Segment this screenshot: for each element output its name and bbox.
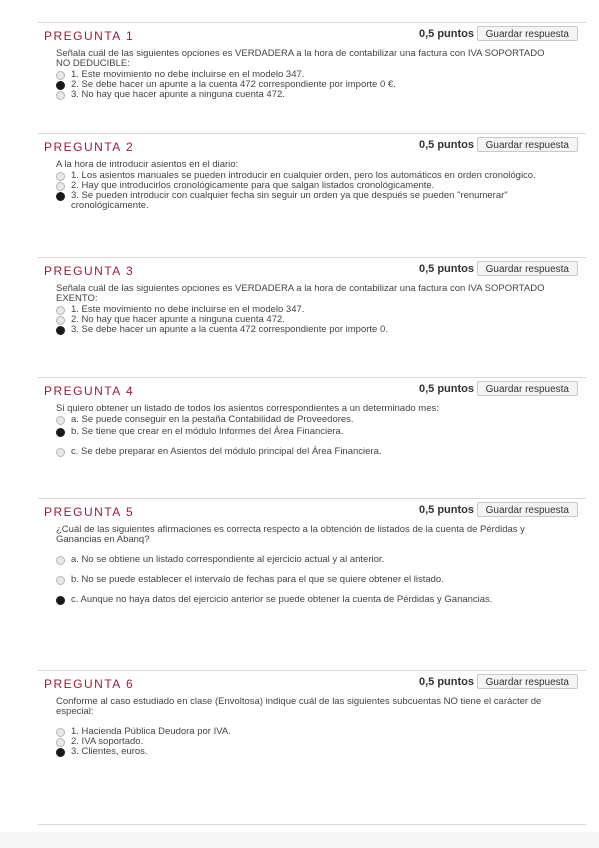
bottom-divider bbox=[38, 824, 586, 825]
question-header: PREGUNTA 3 0,5 puntos Guardar respuesta bbox=[38, 258, 586, 280]
question-points: 0,5 puntos bbox=[418, 676, 474, 688]
question-title: PREGUNTA 1 bbox=[44, 29, 135, 43]
answer-options: 1. Este movimiento no debe incluirse en … bbox=[56, 305, 586, 335]
radio-selected-icon[interactable] bbox=[56, 748, 65, 757]
question-text: Señala cuál de las siguientes opciones e… bbox=[56, 283, 545, 304]
radio-icon[interactable] bbox=[56, 416, 65, 425]
question-header: PREGUNTA 1 0,5 puntos Guardar respuesta bbox=[38, 23, 586, 45]
question-text: Si quiero obtener un listado de todos lo… bbox=[56, 403, 439, 414]
answer-option[interactable]: b. Se tiene que crear en el módulo Infor… bbox=[56, 427, 586, 437]
radio-icon[interactable] bbox=[56, 91, 65, 100]
answer-options: 1. Hacienda Pública Deudora por IVA. 2. … bbox=[56, 727, 586, 757]
answer-option[interactable]: 3. No hay que hacer apunte a ninguna cue… bbox=[56, 90, 586, 100]
answer-option-label: a. Se puede conseguir en la pestaña Cont… bbox=[71, 414, 354, 425]
answer-option-label: a. No se obtiene un listado correspondie… bbox=[71, 554, 385, 565]
question-header: PREGUNTA 5 0,5 puntos Guardar respuesta bbox=[38, 499, 586, 521]
answer-option[interactable]: 3. Se debe hacer un apunte a la cuenta 4… bbox=[56, 325, 586, 335]
radio-icon[interactable] bbox=[56, 576, 65, 585]
radio-selected-icon[interactable] bbox=[56, 596, 65, 605]
question-points: 0,5 puntos bbox=[418, 383, 474, 395]
answer-option-label: 3. Clientes, euros. bbox=[71, 746, 148, 757]
answer-option-label: b. Se tiene que crear en el módulo Infor… bbox=[71, 426, 344, 437]
save-answer-button[interactable]: Guardar respuesta bbox=[476, 381, 578, 396]
question-header: PREGUNTA 2 0,5 puntos Guardar respuesta bbox=[38, 134, 586, 156]
answer-options: 1. Los asientos manuales se pueden intro… bbox=[56, 171, 586, 211]
question-title: PREGUNTA 3 bbox=[44, 264, 135, 278]
radio-selected-icon[interactable] bbox=[56, 428, 65, 437]
save-answer-button[interactable]: Guardar respuesta bbox=[476, 261, 578, 276]
radio-icon[interactable] bbox=[56, 316, 65, 325]
answer-option[interactable]: a. Se puede conseguir en la pestaña Cont… bbox=[56, 415, 586, 425]
radio-icon[interactable] bbox=[56, 182, 65, 191]
radio-selected-icon[interactable] bbox=[56, 81, 65, 90]
radio-icon[interactable] bbox=[56, 448, 65, 457]
save-answer-button[interactable]: Guardar respuesta bbox=[476, 137, 578, 152]
bottom-scroll-area bbox=[0, 832, 599, 848]
answer-option[interactable]: 3. Clientes, euros. bbox=[56, 747, 586, 757]
question-points: 0,5 puntos bbox=[418, 28, 474, 40]
radio-icon[interactable] bbox=[56, 556, 65, 565]
question-points: 0,5 puntos bbox=[418, 139, 474, 151]
question-2: PREGUNTA 2 0,5 puntos Guardar respuesta … bbox=[38, 133, 586, 211]
save-answer-button[interactable]: Guardar respuesta bbox=[476, 26, 578, 41]
question-title: PREGUNTA 6 bbox=[44, 677, 135, 691]
radio-icon[interactable] bbox=[56, 172, 65, 181]
answer-option[interactable]: a. No se obtiene un listado correspondie… bbox=[56, 555, 586, 565]
question-points: 0,5 puntos bbox=[418, 504, 474, 516]
answer-option-label: 3. Se debe hacer un apunte a la cuenta 4… bbox=[71, 324, 388, 335]
question-3: PREGUNTA 3 0,5 puntos Guardar respuesta … bbox=[38, 257, 586, 335]
question-6: PREGUNTA 6 0,5 puntos Guardar respuesta … bbox=[38, 670, 586, 757]
radio-icon[interactable] bbox=[56, 71, 65, 80]
answer-option[interactable]: b. No se puede establecer el intervalo d… bbox=[56, 575, 586, 585]
radio-selected-icon[interactable] bbox=[56, 326, 65, 335]
question-header: PREGUNTA 6 0,5 puntos Guardar respuesta bbox=[38, 671, 586, 693]
answer-option-label: c. Aunque no haya datos del ejercicio an… bbox=[71, 594, 493, 605]
question-title: PREGUNTA 5 bbox=[44, 505, 135, 519]
radio-icon[interactable] bbox=[56, 728, 65, 737]
answer-option-label: 3. No hay que hacer apunte a ninguna cue… bbox=[71, 89, 285, 100]
answer-options: a. Se puede conseguir en la pestaña Cont… bbox=[56, 415, 586, 457]
answer-option[interactable]: c. Se debe preparar en Asientos del módu… bbox=[56, 447, 586, 457]
answer-option-label: b. No se puede establecer el intervalo d… bbox=[71, 574, 444, 585]
radio-selected-icon[interactable] bbox=[56, 192, 65, 201]
question-text: Conforme al caso estudiado en clase (Env… bbox=[56, 696, 542, 717]
question-header: PREGUNTA 4 0,5 puntos Guardar respuesta bbox=[38, 378, 586, 400]
answer-option-label: c. Se debe preparar en Asientos del módu… bbox=[71, 446, 382, 457]
question-text: A la hora de introducir asientos en el d… bbox=[56, 159, 239, 170]
answer-options: a. No se obtiene un listado correspondie… bbox=[56, 555, 586, 605]
question-4: PREGUNTA 4 0,5 puntos Guardar respuesta … bbox=[38, 377, 586, 457]
radio-icon[interactable] bbox=[56, 738, 65, 747]
question-title: PREGUNTA 4 bbox=[44, 384, 135, 398]
question-text: ¿Cuál de las siguientes afirmaciones es … bbox=[56, 524, 525, 545]
save-answer-button[interactable]: Guardar respuesta bbox=[476, 674, 578, 689]
radio-icon[interactable] bbox=[56, 306, 65, 315]
answer-option-label: 3. Se pueden introducir con cualquier fe… bbox=[71, 190, 508, 211]
question-text: Señala cuál de las siguientes opciones e… bbox=[56, 48, 545, 69]
question-1: PREGUNTA 1 0,5 puntos Guardar respuesta … bbox=[38, 22, 586, 100]
question-points: 0,5 puntos bbox=[418, 263, 474, 275]
answer-option[interactable]: 3. Se pueden introducir con cualquier fe… bbox=[56, 191, 586, 211]
answer-options: 1. Este movimiento no debe incluirse en … bbox=[56, 70, 586, 100]
question-5: PREGUNTA 5 0,5 puntos Guardar respuesta … bbox=[38, 498, 586, 605]
answer-option[interactable]: c. Aunque no haya datos del ejercicio an… bbox=[56, 595, 586, 605]
save-answer-button[interactable]: Guardar respuesta bbox=[476, 502, 578, 517]
question-title: PREGUNTA 2 bbox=[44, 140, 135, 154]
